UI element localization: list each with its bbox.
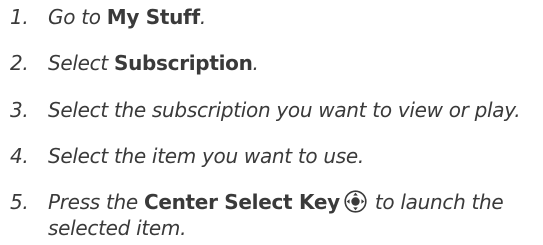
step-text-post: . (199, 5, 206, 29)
step-text-continued: selected item. (48, 216, 187, 240)
step-text-post: . (252, 51, 259, 75)
step-bold-term: Subscription (113, 51, 253, 75)
step-number: 3. (10, 98, 29, 122)
step-1: 1. Go to My Stuff. (0, 4, 206, 30)
step-text-pre: Select (48, 51, 114, 75)
step-2: 2. Select Subscription. (0, 50, 259, 76)
step-number: 5. (10, 190, 29, 214)
step-3: 3. Select the subscription you want to v… (0, 97, 521, 123)
step-text-pre: Press the (48, 190, 144, 214)
step-text-pre: Go to (48, 5, 107, 29)
step-text-post: to launch the (368, 190, 504, 214)
step-bold-term: Center Select Key (143, 190, 340, 214)
center-select-key-icon (344, 190, 367, 213)
step-text: Select the item you want to use. (48, 144, 364, 168)
step-bold-term: My Stuff (106, 5, 200, 29)
step-text: Select the subscription you want to view… (48, 98, 521, 122)
step-number: 1. (10, 5, 29, 29)
step-4: 4. Select the item you want to use. (0, 143, 364, 169)
step-number: 4. (10, 144, 29, 168)
step-number: 2. (10, 51, 29, 75)
step-5: 5. Press the Center Select Key to launch… (0, 189, 504, 241)
